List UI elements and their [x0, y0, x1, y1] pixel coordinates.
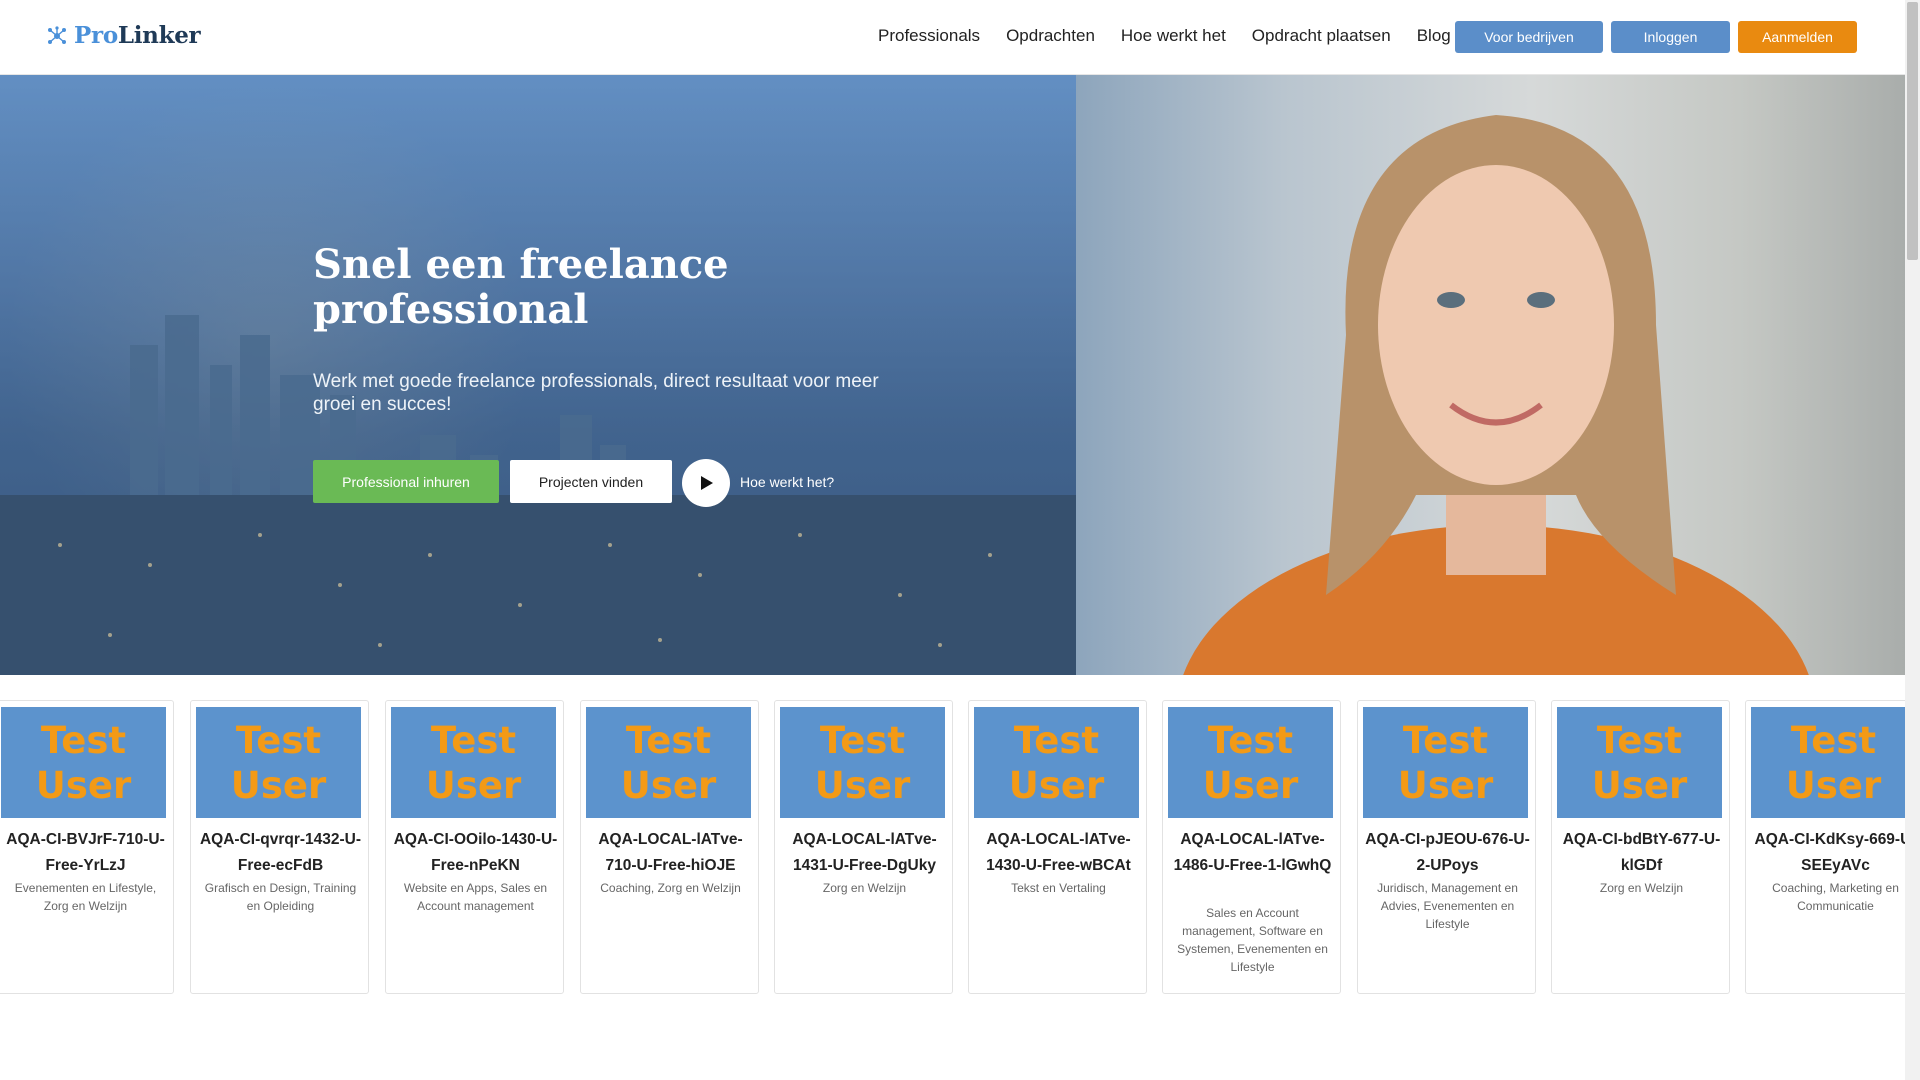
- professional-name: AQA-CI-BVJrF-710-U-Free-YrLzJ: [6, 831, 165, 874]
- main-nav: Professionals Opdrachten Hoe werkt het O…: [878, 26, 1451, 46]
- professional-card[interactable]: Test User AQA-CI-qvrqr-1432-U-Free-ecFdB …: [190, 700, 369, 994]
- image-text-line1: Test: [1596, 718, 1683, 762]
- image-text-line1: Test: [1013, 718, 1100, 762]
- nav-opdracht-plaatsen[interactable]: Opdracht plaatsen: [1252, 26, 1391, 46]
- image-text-line1: Test: [1207, 718, 1294, 762]
- professional-categories: Coaching, Marketing en Communicatie: [1772, 881, 1899, 913]
- image-text-line1: Test: [819, 718, 906, 762]
- professional-card[interactable]: Test User AQA-CI-KdKsy-669-U-SEEyAVc Coac…: [1745, 700, 1905, 994]
- prolinker-logo[interactable]: ProLinker: [46, 22, 201, 49]
- image-text-line2: User: [1785, 763, 1882, 807]
- login-button[interactable]: Inloggen: [1611, 21, 1730, 53]
- professional-name: AQA-CI-bdBtY-677-U-klGDf: [1562, 831, 1721, 874]
- professional-categories: Sales en Account management, Software en…: [1177, 906, 1328, 974]
- image-text-line1: Test: [625, 718, 712, 762]
- professional-card[interactable]: Test User AQA-CI-pJEOU-676-U-2-UPoys Juri…: [1357, 700, 1536, 994]
- hero-title: Snel een freelance professional: [313, 241, 729, 333]
- professional-categories: Website en Apps, Sales en Account manage…: [403, 881, 548, 913]
- image-text-line2: User: [620, 763, 717, 807]
- hero-subtitle: Werk met goede freelance professionals, …: [313, 371, 879, 415]
- profile-image: Test User: [1363, 707, 1528, 818]
- profile-image: Test User: [1557, 707, 1722, 818]
- profile-image: Test User: [586, 707, 751, 818]
- profile-image: Test User: [974, 707, 1139, 818]
- image-text-line2: User: [1397, 763, 1494, 807]
- logo-linker: Linker: [117, 22, 201, 49]
- image-text-line2: User: [1008, 763, 1105, 807]
- smiling-woman-photo: [1076, 75, 1905, 675]
- professional-card[interactable]: Test User AQA-CI-OOilo-1430-U-Free-nPeKN …: [385, 700, 564, 994]
- portrait-illustration: [1183, 115, 1809, 675]
- professional-name: AQA-CI-OOilo-1430-U-Free-nPeKN: [393, 831, 558, 874]
- nav-hoe-werkt-het[interactable]: Hoe werkt het: [1121, 26, 1226, 46]
- logo-wordmark: ProLinker: [74, 22, 201, 49]
- hire-professional-button[interactable]: Professional inhuren: [313, 460, 499, 503]
- scrollbar-thumb[interactable]: [1907, 2, 1918, 260]
- professional-card[interactable]: Test User AQA-LOCAL-lATve-1431-U-Free-DgU…: [774, 700, 953, 994]
- page-scrollbar[interactable]: [1905, 0, 1920, 1080]
- professional-categories: Coaching, Zorg en Welzijn: [600, 881, 741, 895]
- site-header: ProLinker Professionals Opdrachten Hoe w…: [0, 0, 1905, 75]
- profile-image: Test User: [196, 707, 361, 818]
- how-it-works-link[interactable]: Hoe werkt het?: [740, 474, 834, 490]
- profile-image: Test User: [780, 707, 945, 818]
- image-text-line2: User: [35, 763, 132, 807]
- find-projects-button[interactable]: Projecten vinden: [510, 460, 672, 503]
- professionals-carousel: Test User AQA-CI-BVJrF-710-U-Free-YrLzJ E…: [0, 700, 1905, 995]
- signup-button[interactable]: Aanmelden: [1738, 21, 1857, 53]
- professional-card[interactable]: Test User AQA-LOCAL-lATve-1486-U-Free-1-l…: [1162, 700, 1341, 994]
- image-text-line2: User: [1202, 763, 1299, 807]
- image-text-line1: Test: [1790, 718, 1877, 762]
- profile-image: Test User: [1, 707, 166, 818]
- professional-name: AQA-CI-pJEOU-676-U-2-UPoys: [1365, 831, 1530, 874]
- image-text-line1: Test: [40, 718, 127, 762]
- play-icon: [701, 476, 713, 490]
- image-text-line2: User: [425, 763, 522, 807]
- professional-categories: Tekst en Vertaling: [1011, 881, 1106, 895]
- nav-opdrachten[interactable]: Opdrachten: [1006, 26, 1095, 46]
- professional-card[interactable]: Test User AQA-CI-bdBtY-677-U-klGDf Zorg e…: [1551, 700, 1730, 994]
- image-text-line1: Test: [1402, 718, 1489, 762]
- play-video-button[interactable]: [682, 459, 730, 507]
- professional-card[interactable]: Test User AQA-LOCAL-lATve-1430-U-Free-wBC…: [968, 700, 1147, 994]
- profile-image: Test User: [391, 707, 556, 818]
- professional-categories: Evenementen en Lifestyle, Zorg en Welzij…: [14, 881, 157, 913]
- professional-categories: Grafisch en Design, Training en Opleidin…: [204, 881, 357, 913]
- professional-name: AQA-CI-qvrqr-1432-U-Free-ecFdB: [199, 831, 362, 874]
- professional-name: AQA-LOCAL-lATve-1430-U-Free-wBCAt: [986, 831, 1131, 874]
- logo-network-icon: [48, 25, 66, 44]
- companies-button[interactable]: Voor bedrijven: [1455, 21, 1603, 53]
- image-text-line1: Test: [430, 718, 517, 762]
- nav-professionals[interactable]: Professionals: [878, 26, 980, 46]
- nav-blog[interactable]: Blog: [1417, 26, 1451, 46]
- image-text-line2: User: [814, 763, 911, 807]
- professional-categories: Zorg en Welzijn: [1599, 881, 1684, 895]
- professional-name: AQA-CI-KdKsy-669-U-SEEyAVc: [1754, 831, 1905, 874]
- image-text-line2: User: [1591, 763, 1688, 807]
- logo-pro: Pro: [74, 22, 118, 49]
- professional-card[interactable]: Test User AQA-CI-BVJrF-710-U-Free-YrLzJ E…: [0, 700, 174, 994]
- image-text-line2: User: [230, 763, 327, 807]
- professional-name: AQA-LOCAL-lATve-1431-U-Free-DgUky: [792, 831, 937, 874]
- professional-card[interactable]: Test User AQA-LOCAL-lATve-710-U-Free-hiOJ…: [580, 700, 759, 994]
- professional-name: AQA-LOCAL-lATve-710-U-Free-hiOJE: [598, 831, 743, 874]
- profile-image: Test User: [1168, 707, 1333, 818]
- profile-image: Test User: [1751, 707, 1905, 818]
- image-text-line1: Test: [235, 718, 322, 762]
- professional-categories: Juridisch, Management en Advies, Eveneme…: [1377, 881, 1518, 931]
- professional-name: AQA-LOCAL-lATve-1486-U-Free-1-lGwhQ: [1173, 831, 1332, 874]
- hero-section: Snel een freelance professional Werk met…: [0, 75, 1905, 675]
- professional-categories: Zorg en Welzijn: [822, 881, 907, 895]
